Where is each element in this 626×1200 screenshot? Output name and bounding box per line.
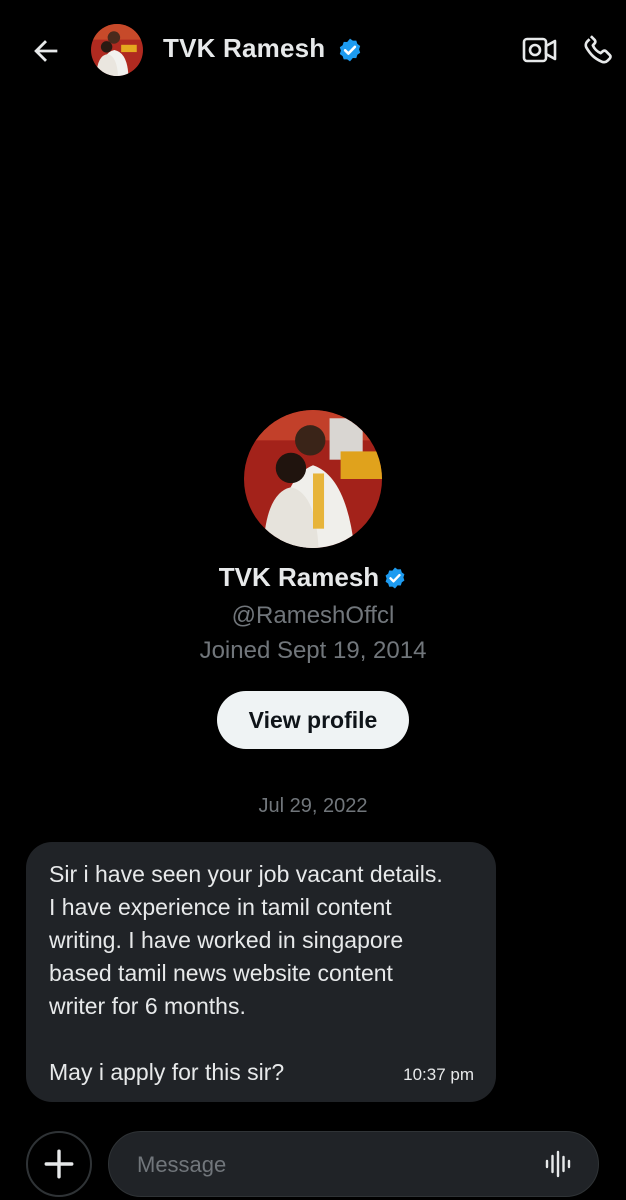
date-separator: Jul 29, 2022 (258, 795, 368, 817)
message-input[interactable] (135, 1132, 519, 1198)
message-composer (108, 1131, 599, 1198)
verified-badge-icon (339, 38, 361, 62)
plus-icon (44, 1149, 74, 1179)
video-call-button[interactable] (522, 34, 558, 66)
profile-name: TVK Ramesh (218, 562, 380, 592)
view-profile-button[interactable]: View profile (217, 691, 409, 749)
phone-call-button[interactable] (581, 32, 617, 68)
dm-screen: TVK Ramesh TVK Ramesh @RameshOffcl Joine… (0, 0, 626, 1200)
avatar-photo (91, 24, 143, 76)
profile-joined-date: Joined Sept 19, 2014 (199, 637, 427, 664)
message-timestamp: 10:37 pm (403, 1065, 474, 1084)
profile-avatar[interactable] (244, 410, 382, 548)
back-arrow-icon (34, 40, 58, 62)
add-attachment-button[interactable] (26, 1131, 92, 1197)
message-text: Sir i have seen your job vacant details.… (49, 861, 443, 1085)
header-avatar[interactable] (91, 24, 143, 76)
profile-photo (244, 410, 382, 548)
voice-wave-icon[interactable] (544, 1150, 572, 1178)
message-bubble[interactable]: Sir i have seen your job vacant details.… (26, 842, 496, 1102)
header-title: TVK Ramesh (163, 33, 326, 63)
verified-badge-icon (385, 567, 405, 588)
video-call-icon (522, 37, 557, 63)
phone-icon (584, 35, 612, 64)
profile-handle: @RameshOffcl (231, 602, 395, 629)
back-button[interactable] (26, 31, 66, 71)
profile-name-row: TVK Ramesh (0, 562, 626, 593)
conversation-header: TVK Ramesh (0, 0, 626, 100)
